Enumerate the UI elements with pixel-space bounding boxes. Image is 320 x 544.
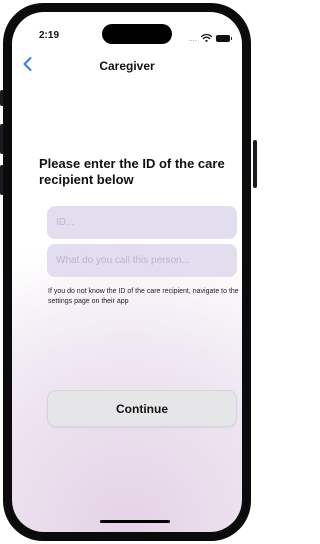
home-indicator [100, 520, 170, 523]
continue-button-label: Continue [116, 401, 168, 416]
status-time: 2:19 [39, 30, 60, 41]
phone-frame: 2:19 .... Caregiver Please enter the ID … [3, 3, 251, 541]
page: 2:19 .... Caregiver Please enter the ID … [0, 0, 257, 544]
id-help-text: If you do not know the ID of the care re… [48, 288, 239, 305]
page-prompt: Please enter the ID of the care recipien… [39, 156, 225, 187]
app-screen: 2:19 .... Caregiver Please enter the ID … [12, 12, 242, 532]
dynamic-island [102, 24, 172, 44]
continue-button[interactable]: Continue [47, 390, 237, 427]
battery-icon [216, 34, 232, 42]
power-button [253, 140, 257, 188]
nickname-input[interactable] [47, 244, 237, 277]
id-input[interactable] [47, 206, 237, 239]
wifi-icon [200, 29, 213, 47]
nav-title: Caregiver [99, 59, 155, 73]
signal-icon: .... [188, 33, 197, 43]
status-indicators: .... [188, 29, 232, 47]
